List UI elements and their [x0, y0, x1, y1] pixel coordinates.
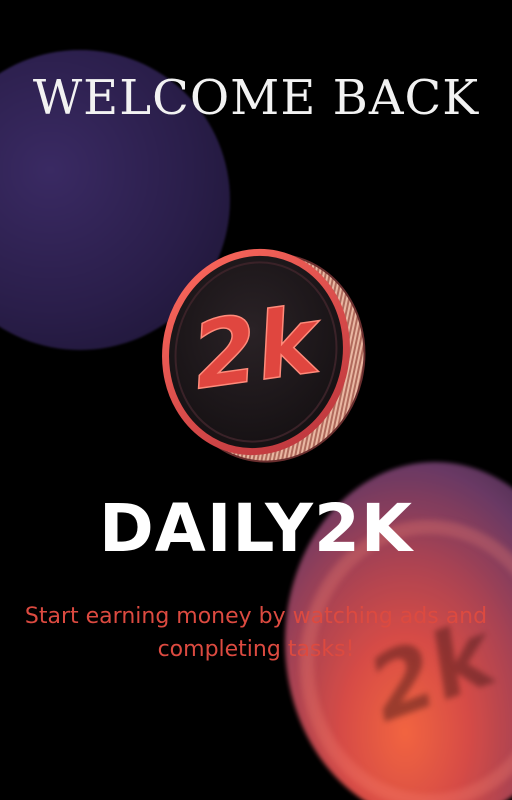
coin-2k-icon: 2k: [162, 248, 366, 463]
welcome-screen: 2k WELCOME BACK 2k DAILY2K Start earning…: [0, 0, 512, 800]
coin-label: 2k: [186, 286, 330, 410]
tagline: Start earning money by watching ads and …: [24, 604, 488, 662]
brand-name: DAILY2K: [98, 490, 414, 567]
page-title: WELCOME BACK: [32, 70, 480, 126]
